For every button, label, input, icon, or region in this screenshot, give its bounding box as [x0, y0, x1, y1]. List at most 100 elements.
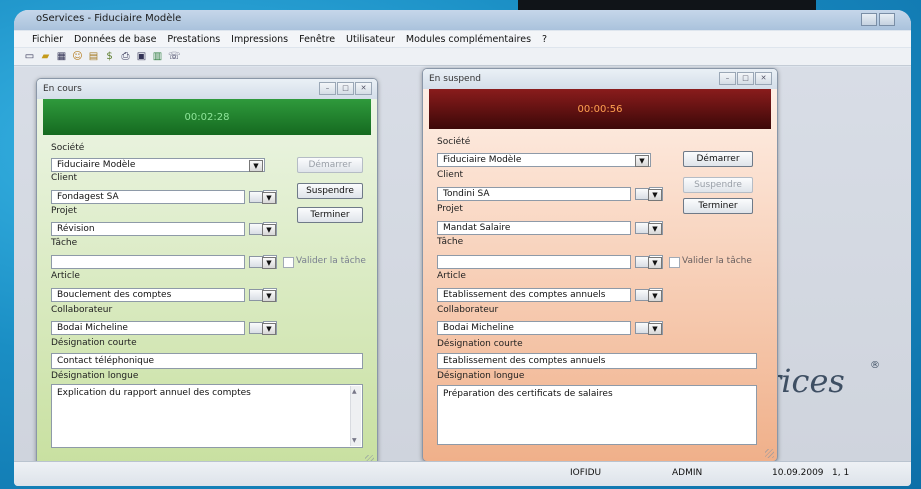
menu-utilisateur[interactable]: Utilisateur [346, 34, 395, 45]
app-title: oServices - Fiduciaire Modèle [36, 13, 182, 24]
article-combo[interactable]: Bouclement des comptes [51, 288, 245, 302]
suspendre-button[interactable]: Suspendre [297, 183, 363, 199]
collaborateur-value: Bodai Micheline [57, 323, 128, 333]
demarrer-button[interactable]: Démarrer [683, 151, 753, 167]
client-lookup-button[interactable] [249, 191, 263, 203]
projet-dropdown[interactable]: ▼ [648, 221, 663, 235]
collaborateur-combo[interactable]: Bodai Micheline [51, 321, 245, 335]
designation-longue-textarea[interactable]: Préparation des certificats de salaires [437, 385, 757, 445]
window-titlebar: En suspend – □ ✕ [423, 69, 777, 89]
article-lookup-button[interactable] [249, 289, 263, 301]
money-icon[interactable]: $ [104, 51, 115, 62]
open-folder-icon[interactable]: ▰ [40, 51, 51, 62]
scrollbar[interactable]: ▲ ▼ [350, 386, 361, 446]
maximize-button[interactable] [879, 13, 895, 26]
chevron-down-icon[interactable]: ▼ [635, 155, 649, 167]
menu-prestations[interactable]: Prestations [167, 34, 220, 45]
article-dropdown[interactable]: ▼ [648, 288, 663, 302]
minimize-icon[interactable]: – [319, 82, 336, 95]
close-icon[interactable]: ✕ [755, 72, 772, 85]
maximize-icon[interactable]: □ [337, 82, 354, 95]
menu-fichier[interactable]: Fichier [32, 34, 63, 45]
menu-help[interactable]: ? [542, 34, 547, 45]
chevron-down-icon[interactable]: ▼ [648, 290, 662, 302]
menu-fenetre[interactable]: Fenêtre [299, 34, 335, 45]
designation-longue-textarea[interactable]: Explication du rapport annuel des compte… [51, 384, 363, 448]
article-dropdown[interactable]: ▼ [262, 288, 277, 302]
tache-dropdown[interactable]: ▼ [648, 255, 663, 269]
demarrer-button[interactable]: Démarrer [297, 157, 363, 173]
chevron-down-icon[interactable]: ▼ [262, 192, 276, 204]
label-article: Article [437, 271, 466, 281]
article-combo[interactable]: Etablissement des comptes annuels [437, 288, 631, 302]
label-designation-courte: Désignation courte [437, 339, 523, 349]
new-doc-icon[interactable]: ▭ [24, 51, 35, 62]
maximize-icon[interactable]: □ [737, 72, 754, 85]
client-lookup-button[interactable] [635, 188, 649, 200]
tache-lookup-button[interactable] [249, 256, 263, 268]
book-icon[interactable]: ▥ [152, 51, 163, 62]
chevron-down-icon[interactable]: ▼ [262, 224, 276, 236]
chevron-down-icon[interactable]: ▼ [648, 257, 662, 269]
article-lookup-button[interactable] [635, 289, 649, 301]
projet-dropdown[interactable]: ▼ [262, 222, 277, 236]
designation-courte-input[interactable]: Etablissement des comptes annuels [437, 353, 757, 369]
label-societe: Société [51, 143, 85, 153]
tache-dropdown[interactable]: ▼ [262, 255, 277, 269]
client-combo[interactable]: Fondagest SA [51, 190, 245, 204]
projet-lookup-button[interactable] [249, 223, 263, 235]
collaborateur-dropdown[interactable]: ▼ [648, 321, 663, 335]
valider-checkbox[interactable] [283, 257, 294, 268]
tache-lookup-button[interactable] [635, 256, 649, 268]
terminer-button[interactable]: Terminer [297, 207, 363, 223]
collaborateur-dropdown[interactable]: ▼ [262, 321, 277, 335]
societe-combo[interactable]: Fiduciaire Modèle ▼ [51, 158, 265, 172]
chevron-down-icon[interactable]: ▼ [249, 160, 263, 172]
menu-donnees-de-base[interactable]: Données de base [74, 34, 156, 45]
tache-combo[interactable] [437, 255, 631, 269]
status-company-code: IOFIDU [570, 468, 602, 478]
suspendre-button[interactable]: Suspendre [683, 177, 753, 193]
elapsed-timer: 00:00:56 [429, 89, 771, 129]
close-icon[interactable]: ✕ [355, 82, 372, 95]
projet-lookup-button[interactable] [635, 222, 649, 234]
collaborateur-combo[interactable]: Bodai Micheline [437, 321, 631, 335]
valider-checkbox[interactable] [669, 257, 680, 268]
societe-combo[interactable]: Fiduciaire Modèle ▼ [437, 153, 651, 167]
report-icon[interactable]: ▣ [136, 51, 147, 62]
registered-mark: ® [870, 360, 880, 371]
projet-combo[interactable]: Mandat Salaire [437, 221, 631, 235]
projet-combo[interactable]: Révision [51, 222, 245, 236]
client-combo[interactable]: Tondini SA [437, 187, 631, 201]
toolbar: ▭ ▰ ▦ ☺ ▤ $ ⎙ ▣ ▥ ☏ [14, 48, 911, 66]
users-icon[interactable]: ☺ [72, 51, 83, 62]
menubar: Fichier Données de base Prestations Impr… [14, 31, 911, 47]
label-client: Client [51, 173, 78, 183]
menu-impressions[interactable]: Impressions [231, 34, 288, 45]
designation-courte-input[interactable]: Contact téléphonique [51, 353, 363, 369]
chevron-down-icon[interactable]: ▼ [262, 257, 276, 269]
valider-label: Valider la tâche [296, 256, 366, 266]
resize-grip[interactable] [765, 449, 774, 458]
card-icon[interactable]: ▤ [88, 51, 99, 62]
contact-icon[interactable]: ☏ [168, 51, 181, 62]
label-tache: Tâche [51, 238, 78, 248]
collaborateur-lookup-button[interactable] [635, 322, 649, 334]
minimize-button[interactable] [861, 13, 877, 26]
chevron-down-icon[interactable]: ▼ [648, 323, 662, 335]
tache-combo[interactable] [51, 255, 245, 269]
printer-icon[interactable]: ⎙ [120, 51, 131, 62]
client-dropdown[interactable]: ▼ [648, 187, 663, 201]
chevron-down-icon[interactable]: ▼ [262, 290, 276, 302]
table-icon[interactable]: ▦ [56, 51, 67, 62]
chevron-down-icon[interactable]: ▼ [262, 323, 276, 335]
chevron-down-icon[interactable]: ▼ [648, 223, 662, 235]
chevron-down-icon[interactable]: ▼ [648, 189, 662, 201]
menu-modules-complementaires[interactable]: Modules complémentaires [406, 34, 531, 45]
terminer-button[interactable]: Terminer [683, 198, 753, 214]
minimize-icon[interactable]: – [719, 72, 736, 85]
client-dropdown[interactable]: ▼ [262, 190, 277, 204]
timer-window-suspended: En suspend – □ ✕ 00:00:56 Société Fiduci… [422, 68, 778, 462]
collaborateur-lookup-button[interactable] [249, 322, 263, 334]
timer-value: 00:02:28 [184, 111, 230, 123]
